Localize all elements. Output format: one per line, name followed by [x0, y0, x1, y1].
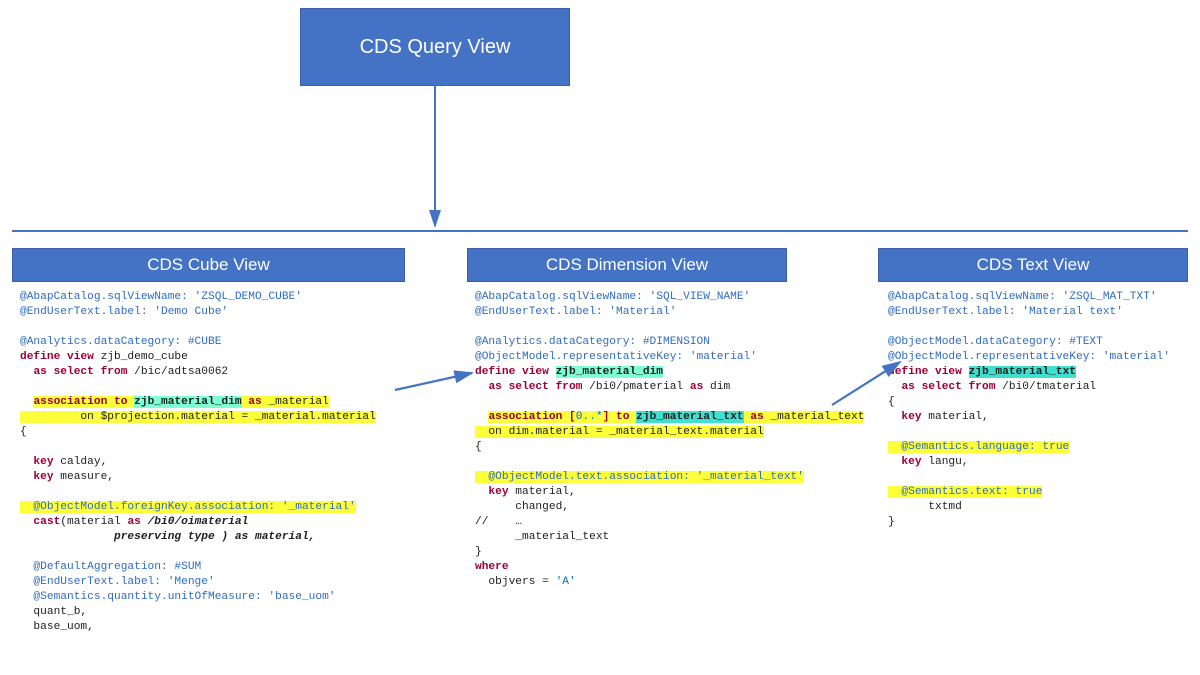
text-view-title: CDS Text View	[977, 255, 1090, 275]
divider-line	[12, 230, 1188, 232]
cube-view-title: CDS Cube View	[147, 255, 270, 275]
text-code: @AbapCatalog.sqlViewName: 'ZSQL_MAT_TXT'…	[888, 290, 1193, 530]
text-view-header: CDS Text View	[878, 248, 1188, 282]
cube-code: @AbapCatalog.sqlViewName: 'ZSQL_DEMO_CUB…	[20, 290, 460, 635]
query-view-box: CDS Query View	[300, 8, 570, 86]
dimension-code: @AbapCatalog.sqlViewName: 'SQL_VIEW_NAME…	[475, 290, 875, 590]
dimension-view-header: CDS Dimension View	[467, 248, 787, 282]
cube-view-header: CDS Cube View	[12, 248, 405, 282]
query-view-title: CDS Query View	[360, 36, 511, 59]
dimension-view-title: CDS Dimension View	[546, 255, 708, 275]
